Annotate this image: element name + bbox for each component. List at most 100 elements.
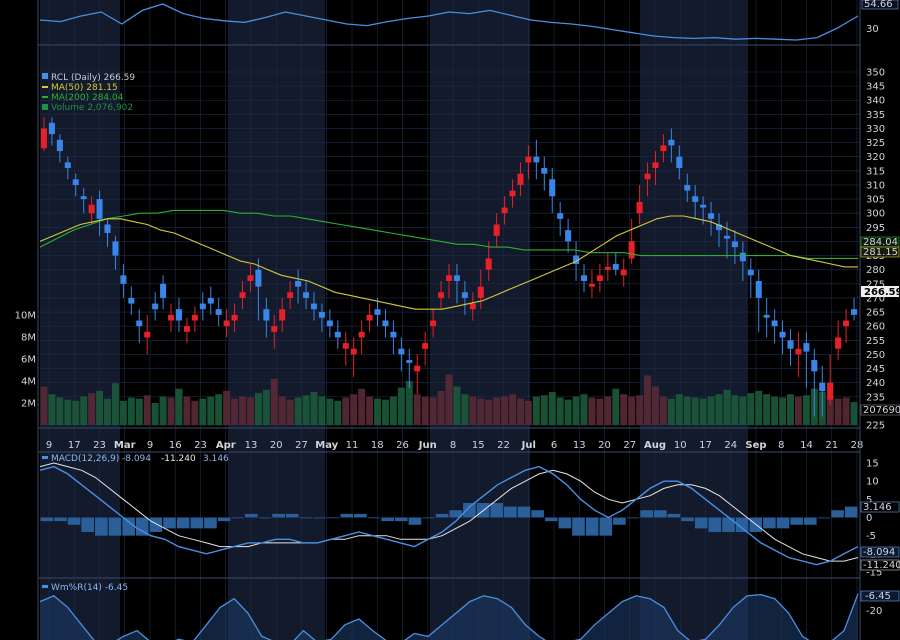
volume-bar (532, 396, 540, 425)
volume-bar (366, 396, 374, 425)
date-tick-label: 6 (551, 440, 557, 451)
volume-bar (40, 386, 48, 425)
volume-bar (167, 397, 175, 425)
candle-body (517, 173, 524, 185)
volume-bar (723, 389, 731, 425)
candle-body (501, 207, 508, 214)
date-tick-label: 10 (674, 440, 687, 451)
macd-histogram-bar (217, 517, 231, 522)
candle-body (803, 343, 810, 352)
macd-histogram-bar (694, 517, 708, 529)
date-tick-label: Jun (418, 440, 437, 451)
price-tick-label: 260 (866, 322, 885, 333)
candle-body (739, 252, 746, 262)
candle-body (835, 337, 842, 349)
macd-histogram-bar (517, 506, 531, 518)
candle-body (303, 292, 310, 298)
macd-histogram-bar (340, 513, 354, 518)
candle-body (414, 365, 421, 372)
month-band (640, 0, 748, 640)
candle-body (533, 156, 540, 163)
volume-bar (437, 390, 445, 425)
volume-bar (667, 398, 675, 425)
candle-body (390, 331, 397, 338)
volume-bar (310, 392, 318, 425)
candle-body (700, 204, 707, 208)
macd-histogram-bar (40, 517, 54, 522)
volume-bar (389, 396, 397, 425)
volume-bar (699, 398, 707, 425)
volume-bar (771, 396, 779, 425)
price-tick-label: 350 (866, 68, 885, 79)
volume-bar (572, 396, 580, 425)
volume-tick-label: 6M (21, 355, 36, 366)
candle-body (636, 201, 643, 214)
candle-body (525, 156, 532, 163)
volume-bar (56, 397, 64, 425)
price-tick-label: 340 (866, 96, 885, 107)
macd-line-tag-label: -8.094 (863, 547, 895, 558)
macd-histogram-bar (490, 502, 504, 518)
volume-bar (445, 374, 453, 425)
willr-legend-swatch (42, 585, 48, 588)
candle-body (755, 280, 762, 298)
macd-histogram-bar (654, 510, 667, 518)
price-tick-label: 280 (866, 265, 885, 276)
macd-histogram-bar (54, 517, 67, 522)
macd-histogram-bar (613, 517, 626, 525)
macd-legend-swatch (42, 456, 48, 459)
candle-body (445, 275, 453, 281)
candle-body (342, 343, 349, 349)
macd-histogram-bar (422, 517, 435, 519)
price-tick-label: 240 (866, 378, 885, 389)
price-tick-label: 295 (866, 223, 885, 234)
candle-body (350, 348, 357, 355)
candle-body (318, 312, 325, 318)
volume-tick-label: 2M (21, 399, 36, 410)
candle-body (549, 179, 556, 197)
macd-histogram-bar (435, 513, 449, 518)
date-tick-label: 23 (194, 440, 207, 451)
price-tick-label: 325 (866, 138, 885, 149)
legend-ma50: MA(50) 281.15 (51, 83, 118, 93)
willr-legend: Wm%R(14) -6.45 (51, 583, 128, 593)
date-tick-label: 8 (778, 440, 784, 451)
candle-body (263, 309, 270, 321)
volume-bar (747, 393, 755, 425)
date-tick-label: 17 (68, 440, 81, 451)
macd-histogram-bar (803, 517, 817, 525)
candle-body (183, 326, 190, 332)
volume-bar (477, 398, 485, 425)
candle-body (485, 258, 492, 270)
candle-body (723, 235, 730, 239)
candle-body (40, 128, 47, 149)
volume-bar (334, 400, 342, 425)
candle-body (310, 303, 318, 310)
candle-body (453, 275, 460, 281)
last-price-label: 266.59 (864, 287, 900, 298)
date-tick-label: 23 (93, 440, 106, 451)
volume-bar (731, 395, 739, 425)
macd-histogram-bar (544, 517, 558, 522)
candle-body (851, 309, 858, 315)
macd-histogram-bar (176, 517, 190, 529)
candle-body (160, 283, 167, 298)
candle-body (628, 241, 635, 259)
ma50-tag-label: 281.15 (863, 247, 898, 258)
macd-legend-value-signal: -11.240 (161, 454, 196, 464)
candle-body (422, 343, 429, 349)
volume-bar (652, 386, 659, 425)
macd-histogram-bar (313, 517, 326, 519)
volume-bar (620, 394, 628, 425)
volume-bar (501, 396, 509, 425)
date-tick-label: 9 (147, 440, 153, 451)
date-tick-label: 27 (623, 440, 636, 451)
macd-histogram-bar (299, 517, 313, 519)
volume-bar (175, 388, 183, 425)
volume-bar (707, 396, 715, 425)
macd-histogram-bar (163, 517, 176, 529)
date-tick-label: 18 (371, 440, 384, 451)
rsi-value-label: 54.66 (864, 0, 893, 10)
price-tick-label: 330 (866, 124, 885, 135)
candle-body (430, 320, 437, 327)
